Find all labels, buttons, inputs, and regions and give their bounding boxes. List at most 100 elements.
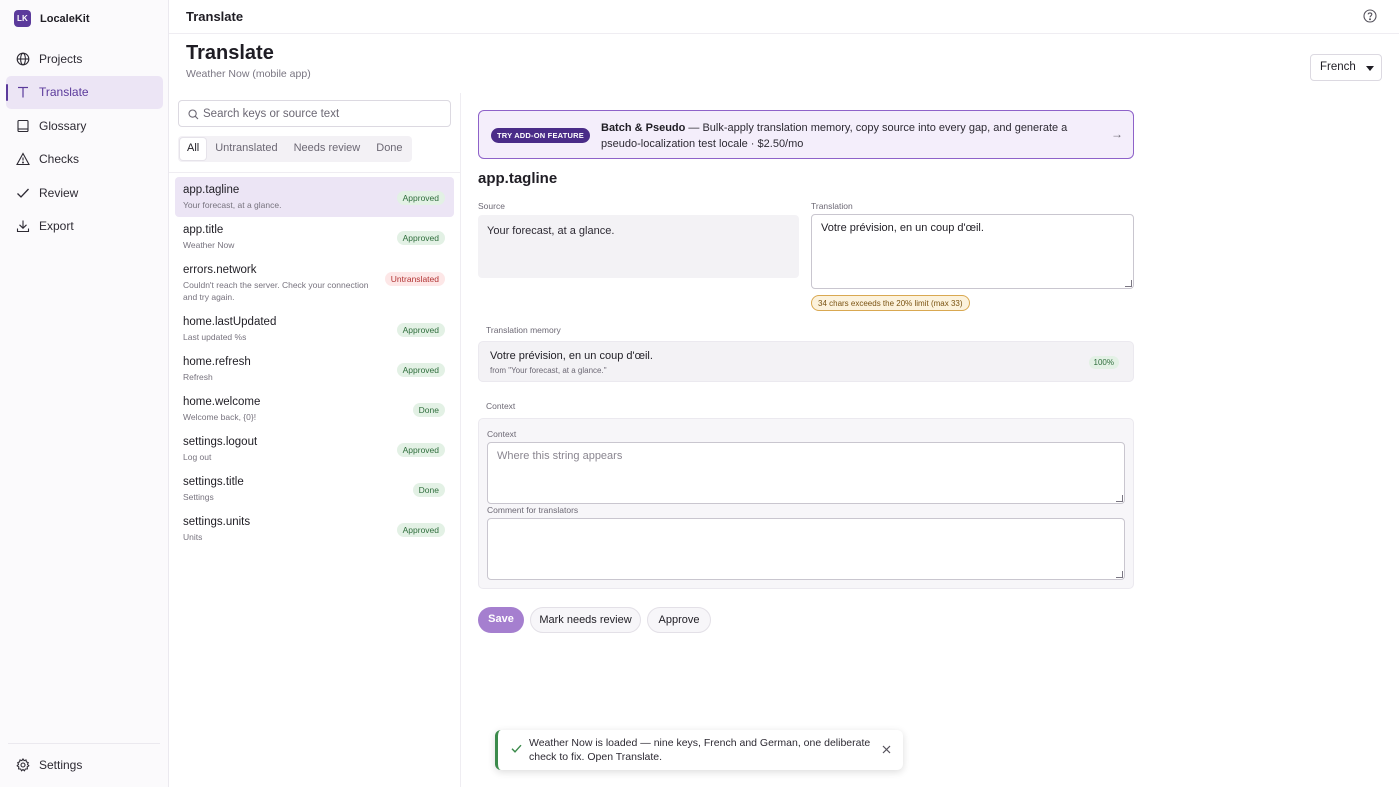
addon-banner[interactable]: TRY ADD-ON FEATURE Batch & Pseudo — Bulk… [478,110,1134,159]
download-icon [16,219,30,233]
close-icon[interactable] [882,743,891,754]
sidebar-item-settings[interactable]: Settings [6,748,163,781]
help-circle-icon[interactable] [1363,9,1377,23]
sidebar-item-label: Checks [39,152,80,167]
sidebar-item-glossary[interactable]: Glossary [6,109,163,142]
key-source-preview: Settings [183,492,214,502]
comment-input[interactable] [487,518,1125,580]
tm-text: Votre prévision, en un coup d'œil. [490,350,653,362]
key-list: app.tagline Your forecast, at a glance. Ap… [175,177,454,549]
checkmark-icon [16,186,30,200]
sidebar-item-label: Glossary [39,118,87,133]
status-badge: Done [412,403,445,417]
translation-input[interactable] [811,214,1134,289]
key-source-preview: Couldn't reach the server. Check your co… [183,280,369,302]
list-item[interactable]: app.title Weather Now Approved [175,217,454,257]
sidebar-item-label: Settings [39,757,83,772]
arrow-right-icon[interactable]: → [1111,127,1123,141]
key-source-preview: Welcome back, {0}! [183,412,257,422]
list-item[interactable]: home.welcome Welcome back, {0}! Done [175,389,454,429]
context-input[interactable] [487,442,1125,504]
sidebar-item-checks[interactable]: Checks [6,143,163,176]
search-input[interactable] [203,101,443,126]
source-text: Your forecast, at a glance. [478,215,799,278]
approve-button[interactable]: Approve [647,607,711,633]
list-item[interactable]: app.tagline Your forecast, at a glance. Ap… [175,177,454,217]
check-icon [511,743,522,754]
resize-grip-icon[interactable] [1116,495,1123,502]
sidebar-item-export[interactable]: Export [6,210,163,243]
list-item[interactable]: errors.network Couldn't reach the server.… [175,257,454,309]
sidebar-item-label: Export [39,219,74,234]
translation-label: Translation [811,201,853,211]
filter-tab-untranslated[interactable]: Untranslated [208,138,284,160]
sidebar-item-projects[interactable]: Projects [6,42,163,75]
save-button[interactable]: Save [478,607,524,633]
list-item[interactable]: settings.units Units Approved [175,509,454,549]
sidebar-item-translate[interactable]: Translate [6,75,163,109]
list-item[interactable]: settings.logout Log out Approved [175,429,454,469]
key-name: settings.title [183,476,244,488]
source-label: Source [478,201,505,211]
brand[interactable]: LK LocaleKit [14,10,90,27]
translate-icon [16,85,30,99]
context-section-label: Context [486,401,516,411]
language-select[interactable]: French [1310,54,1382,81]
key-source-preview: Refresh [183,372,213,382]
key-source-preview: Units [183,532,203,542]
language-select-value: French [1320,61,1356,73]
list-item[interactable]: settings.title Settings Done [175,469,454,509]
filter-tab-all[interactable]: All [180,138,207,160]
length-warning-badge: 34 chars exceeds the 20% limit (max 33) [811,295,970,311]
brand-logo: LK [14,10,31,27]
gear-icon [16,757,30,772]
sidebar-nav: Projects Translate Glossary Checks Revie… [6,42,163,244]
topbar-title: Translate [186,9,244,24]
comment-label: Comment for translators [487,505,579,515]
list-divider [169,172,460,173]
resize-grip-icon[interactable] [1125,280,1132,287]
key-name: home.welcome [183,396,261,408]
status-badge: Untranslated [384,272,445,286]
search-icon [188,109,199,120]
addon-name: Batch & Pseudo [601,122,686,134]
key-source-preview: Last updated %s [183,332,247,342]
sidebar-item-label: Translate [39,85,89,100]
filter-tabs: All Untranslated Needs review Done [178,136,412,162]
book-icon [16,119,30,133]
sidebar: LK LocaleKit Projects Translate Glossary [0,0,169,787]
status-badge: Approved [396,523,445,537]
key-source-preview: Log out [183,452,212,462]
translation-memory-suggestion[interactable]: Votre prévision, en un coup d'œil. from … [478,341,1134,382]
list-item[interactable]: home.refresh Refresh Approved [175,349,454,389]
tm-source: from "Your forecast, at a glance." [490,366,607,375]
status-badge: Approved [396,231,445,245]
addon-tag: TRY ADD-ON FEATURE [491,128,590,143]
context-label: Context [487,429,517,439]
status-badge: Approved [396,363,445,377]
status-badge: Done [412,483,445,497]
toast-text: Weather Now is loaded — nine keys, Frenc… [529,737,871,763]
sidebar-divider [8,743,160,744]
sidebar-item-label: Review [39,185,79,200]
list-item[interactable]: home.lastUpdated Last updated %s Approved [175,309,454,349]
chevron-down-icon [1366,66,1374,71]
sidebar-item-review[interactable]: Review [6,176,163,209]
context-panel: Context Comment for translators [478,418,1134,589]
top-bar: Translate [169,0,1399,34]
addon-text: Batch & Pseudo — Bulk-apply translation … [601,120,1081,152]
filter-tab-needs-review[interactable]: Needs review [287,138,368,160]
filter-tab-done[interactable]: Done [369,138,409,160]
brand-name: LocaleKit [40,12,90,25]
resize-grip-icon[interactable] [1116,571,1123,578]
status-badge: Approved [396,443,445,457]
page-title: Translate [186,42,274,64]
search-box[interactable] [178,100,451,127]
mark-needs-review-button[interactable]: Mark needs review [530,607,641,633]
editor-key-title: app.tagline [478,170,558,187]
key-list-panel: All Untranslated Needs review Done app.t… [169,93,461,787]
page-subtitle: Weather Now (mobile app) [186,68,311,80]
status-badge: Approved [396,191,445,205]
key-source-preview: Your forecast, at a glance. [183,200,282,210]
key-source-preview: Weather Now [183,240,235,250]
